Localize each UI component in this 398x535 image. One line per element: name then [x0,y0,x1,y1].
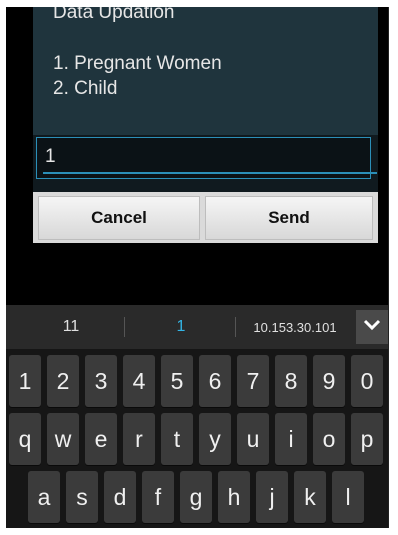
key-k[interactable]: k [294,471,326,523]
key-d[interactable]: d [104,471,136,523]
key-3[interactable]: 3 [85,355,117,407]
key-g[interactable]: g [180,471,212,523]
key-8[interactable]: 8 [275,355,307,407]
input-underline [43,172,377,174]
key-2[interactable]: 2 [47,355,79,407]
dialog-message: Data Updation 1. Pregnant Women 2. Child [33,7,378,135]
dialog-buttons: Cancel Send [33,192,378,243]
key-p[interactable]: p [351,413,383,465]
phone-screen: Data Updation 1. Pregnant Women 2. Child… [6,7,389,528]
option-pregnant-women: 1. Pregnant Women [53,53,222,74]
key-9[interactable]: 9 [313,355,345,407]
input-area: 1 [33,135,378,192]
key-s[interactable]: s [66,471,98,523]
suggestion-item[interactable]: 10.153.30.101 [238,305,352,349]
key-h[interactable]: h [218,471,250,523]
suggestion-item[interactable]: 11 [26,305,116,349]
ussd-dialog: Data Updation 1. Pregnant Women 2. Child… [33,7,378,243]
suggestion-bar: 11 1 10.153.30.101 [6,305,388,349]
suggestion-divider [235,317,236,337]
key-r[interactable]: r [123,413,155,465]
response-input-value: 1 [45,146,56,167]
suggestion-item-selected[interactable]: 1 [131,305,231,349]
response-input[interactable]: 1 [36,137,377,179]
key-7[interactable]: 7 [237,355,269,407]
key-o[interactable]: o [313,413,345,465]
key-u[interactable]: u [237,413,269,465]
key-q[interactable]: q [9,413,41,465]
chevron-down-icon [363,318,381,336]
suggestion-divider [124,317,125,337]
key-t[interactable]: t [161,413,193,465]
send-button[interactable]: Send [205,196,373,240]
expand-suggestions-button[interactable] [356,310,388,344]
key-w[interactable]: w [47,413,79,465]
key-f[interactable]: f [142,471,174,523]
key-e[interactable]: e [85,413,117,465]
key-6[interactable]: 6 [199,355,231,407]
dialog-title: Data Updation [53,7,175,23]
key-y[interactable]: y [199,413,231,465]
key-a[interactable]: a [28,471,60,523]
option-child: 2. Child [53,78,118,99]
cancel-button[interactable]: Cancel [38,196,200,240]
key-5[interactable]: 5 [161,355,193,407]
key-l[interactable]: l [332,471,364,523]
key-0[interactable]: 0 [351,355,383,407]
key-i[interactable]: i [275,413,307,465]
soft-keyboard: 1 2 3 4 5 6 7 8 9 0 q w e r t y u i o p … [6,349,388,528]
key-1[interactable]: 1 [9,355,41,407]
key-4[interactable]: 4 [123,355,155,407]
key-j[interactable]: j [256,471,288,523]
